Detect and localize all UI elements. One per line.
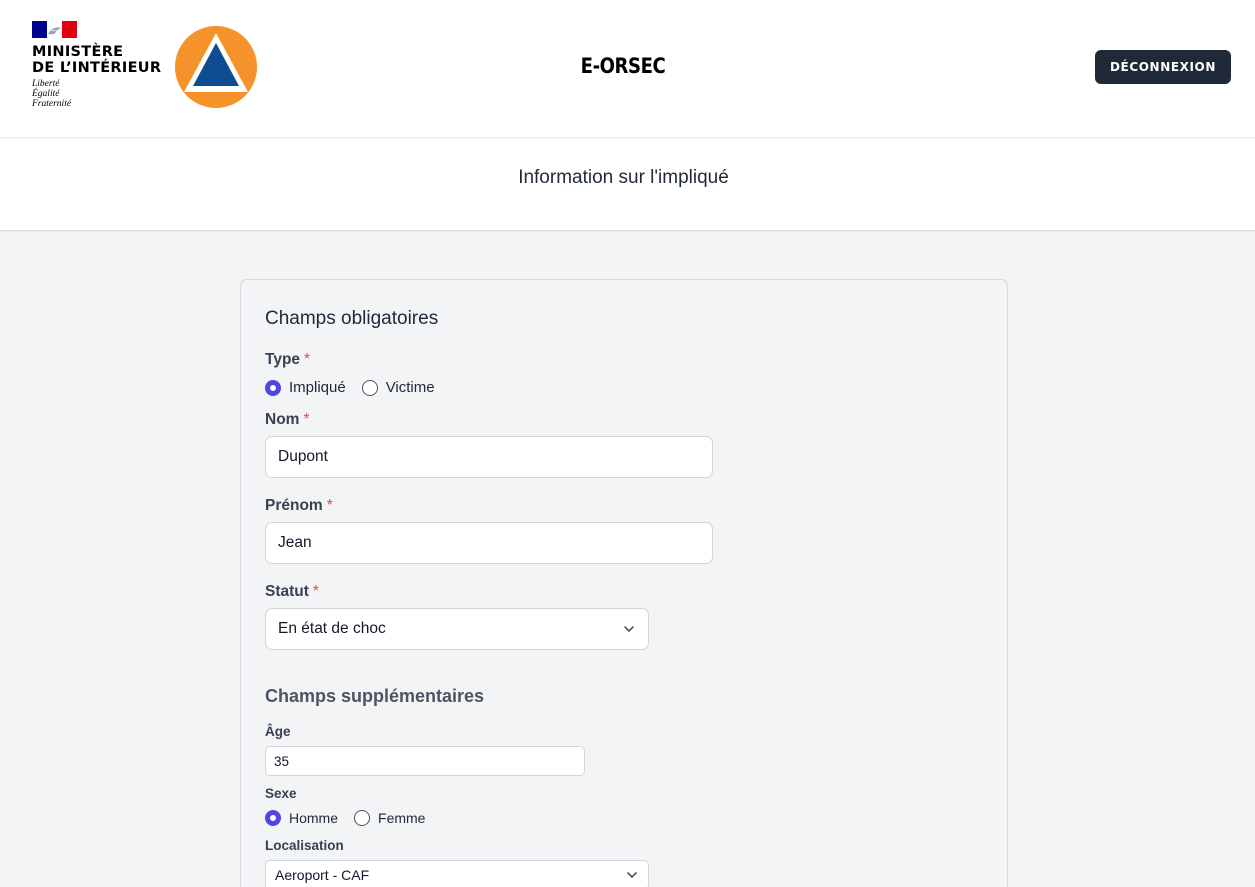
nom-label: Nom * — [265, 411, 310, 428]
french-flag-icon — [32, 21, 77, 38]
page-title: Information sur l'impliqué — [518, 167, 729, 188]
prenom-input[interactable]: Jean — [265, 522, 713, 564]
type-radio-group: Impliqué Victime — [265, 379, 451, 396]
localisation-select[interactable]: Aeroport - CAF — [265, 860, 649, 887]
chevron-down-icon — [624, 626, 634, 632]
radio-checked-icon[interactable] — [265, 379, 281, 396]
prenom-label: Prénom * — [265, 497, 333, 514]
involved-form-card: Champs obligatoires Type * Impliqué Victi… — [240, 279, 1008, 887]
ministry-name: MINISTÈRE DE L’INTÉRIEUR — [32, 44, 162, 76]
logout-button[interactable]: DÉCONNEXION — [1095, 50, 1231, 84]
republic-motto: Liberté Égalité Fraternité — [32, 79, 72, 109]
app-header: MINISTÈRE DE L’INTÉRIEUR Liberté Égalité… — [0, 0, 1255, 138]
marianne-profile-icon — [48, 27, 61, 35]
statut-select[interactable]: En état de choc — [265, 608, 649, 650]
radio-unchecked-icon[interactable] — [361, 379, 378, 396]
localisation-label: Localisation — [265, 838, 344, 853]
age-label: Âge — [265, 724, 291, 739]
sexe-option-femme[interactable]: Femme — [354, 810, 425, 826]
statut-label: Statut * — [265, 583, 319, 600]
extra-section-title: Champs supplémentaires — [265, 686, 485, 706]
civil-protection-logo-icon — [175, 26, 257, 108]
required-mark: * — [304, 351, 311, 368]
required-mark: * — [303, 411, 310, 428]
required-mark: * — [326, 497, 333, 514]
sexe-label: Sexe — [265, 786, 297, 801]
page-header: Information sur l'impliqué — [0, 139, 1255, 231]
type-label: Type * — [265, 351, 311, 368]
nom-input[interactable]: Dupont — [265, 436, 713, 478]
age-input[interactable]: 35 — [265, 746, 585, 776]
type-option-victime[interactable]: Victime — [361, 379, 435, 396]
type-option-implique[interactable]: Impliqué — [265, 379, 346, 396]
sexe-option-homme[interactable]: Homme — [265, 810, 338, 826]
ministry-logo: MINISTÈRE DE L’INTÉRIEUR Liberté Égalité… — [32, 21, 162, 109]
required-section-title: Champs obligatoires — [265, 308, 439, 329]
sexe-radio-group: Homme Femme — [265, 810, 441, 826]
chevron-down-icon — [627, 872, 637, 878]
required-mark: * — [312, 583, 319, 600]
app-title: E-ORSEC — [580, 54, 666, 78]
radio-unchecked-icon[interactable] — [354, 810, 371, 826]
radio-checked-icon[interactable] — [265, 810, 281, 826]
